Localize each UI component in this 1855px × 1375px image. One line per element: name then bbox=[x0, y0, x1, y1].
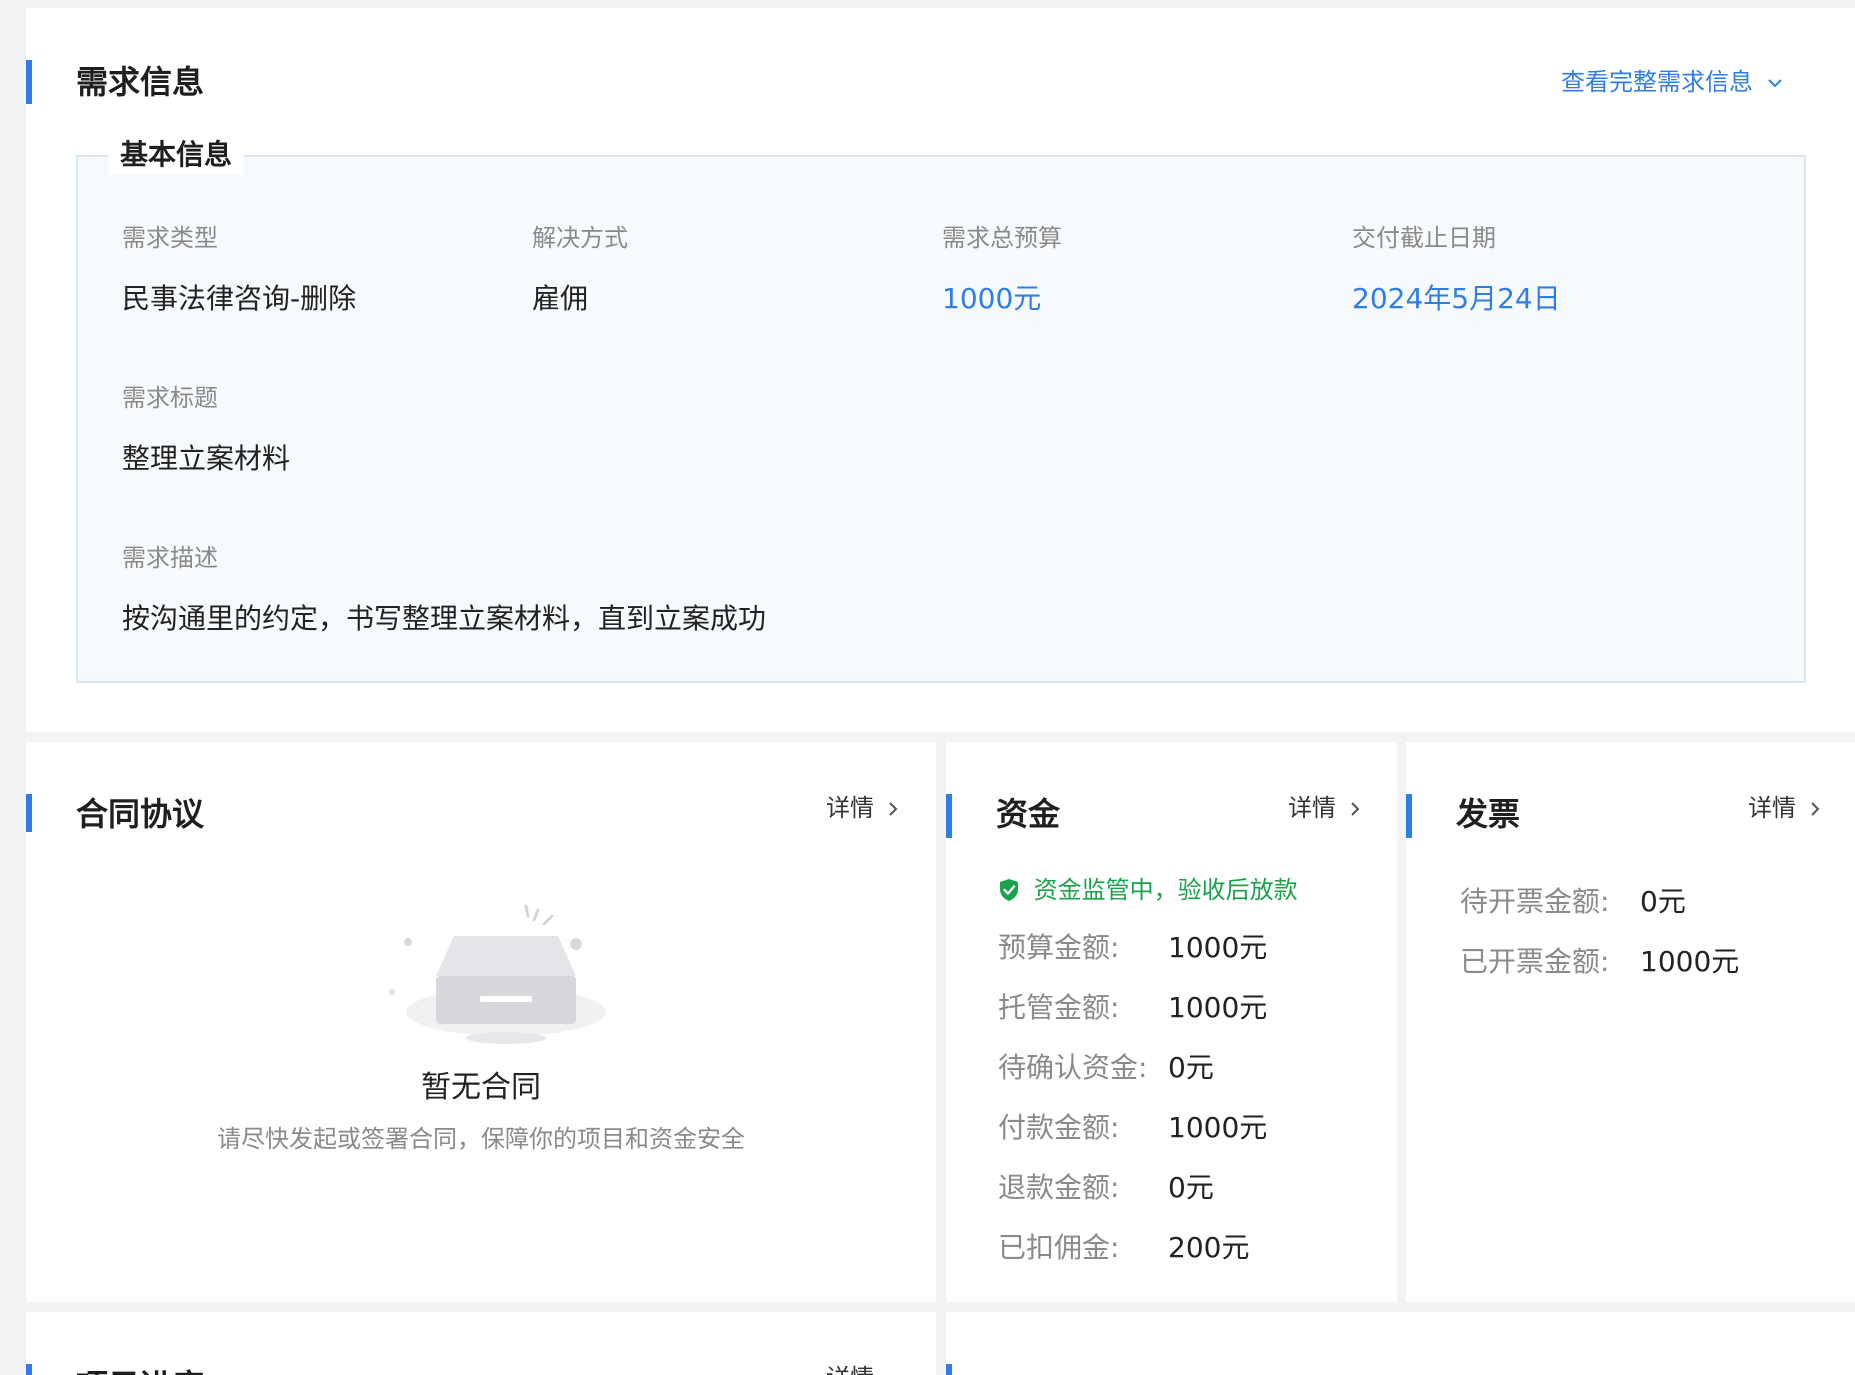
contract-details-link[interactable]: 详情 bbox=[826, 792, 900, 824]
progress-details-label: 详情 bbox=[826, 1364, 874, 1375]
section-accent-bar bbox=[946, 794, 952, 838]
invoice-title: 发票 bbox=[1456, 795, 1521, 833]
invoice-label-pending: 待开票金额: bbox=[1460, 885, 1610, 918]
progress-details-link[interactable]: 详情 bbox=[826, 1362, 874, 1375]
funds-value-paid: 1000元 bbox=[1168, 1111, 1268, 1144]
basic-info-panel: 基本信息 需求类型 民事法律咨询-删除 解决方式 雇佣 需求总预算 1000元 … bbox=[76, 135, 1806, 683]
field-value-deadline: 2024年5月24日 bbox=[1352, 282, 1561, 315]
funds-value-budget: 1000元 bbox=[1168, 931, 1268, 964]
field-label-solution: 解决方式 bbox=[532, 224, 628, 252]
empty-contract-title: 暂无合同 bbox=[421, 1070, 541, 1105]
funds-label-refund: 退款金额: bbox=[998, 1171, 1120, 1204]
invoice-value-issued: 1000元 bbox=[1640, 945, 1740, 978]
contract-title: 合同协议 bbox=[76, 795, 205, 833]
invoice-value-pending: 0元 bbox=[1640, 885, 1686, 918]
invoice-details-label: 详情 bbox=[1748, 794, 1796, 822]
field-label-budget: 需求总预算 bbox=[942, 224, 1062, 252]
field-label-title: 需求标题 bbox=[122, 384, 218, 412]
contract-details-label: 详情 bbox=[826, 794, 874, 822]
section-accent-bar bbox=[1406, 794, 1412, 838]
funds-escrow-notice: 资金监管中，验收后放款 bbox=[998, 874, 1298, 906]
funds-label-commission: 已扣佣金: bbox=[998, 1231, 1120, 1264]
field-label-deadline: 交付截止日期 bbox=[1352, 224, 1496, 252]
empty-contract-subtitle: 请尽快发起或签署合同，保障你的项目和资金安全 bbox=[217, 1125, 745, 1153]
basic-info-legend: 基本信息 bbox=[108, 135, 245, 175]
progress-title: 项目进度 bbox=[76, 1366, 204, 1375]
other-card bbox=[946, 1312, 1855, 1375]
requirement-card: 需求信息 查看完整需求信息 基本信息 需求类型 民事法律咨询-删除 解决方式 雇… bbox=[26, 8, 1855, 732]
requirement-title: 需求信息 bbox=[76, 63, 205, 101]
funds-card: 资金 详情 资金监管中，验收后放款 预算金额: 1000元 托管金额: 1000… bbox=[946, 742, 1397, 1302]
field-value-description: 按沟通里的约定，书写整理立案材料，直到立案成功 bbox=[122, 602, 767, 635]
funds-value-escrow: 1000元 bbox=[1168, 991, 1268, 1024]
chevron-right-icon bbox=[888, 802, 898, 816]
invoice-card: 发票 详情 待开票金额: 0元 已开票金额: 1000元 bbox=[1406, 742, 1855, 1302]
funds-details-link[interactable]: 详情 bbox=[1288, 792, 1362, 824]
funds-label-paid: 付款金额: bbox=[998, 1111, 1120, 1144]
shield-check-icon bbox=[1000, 879, 1018, 901]
funds-label-escrow: 托管金额: bbox=[998, 991, 1120, 1024]
funds-details-label: 详情 bbox=[1288, 794, 1336, 822]
funds-escrow-notice-text: 资金监管中，验收后放款 bbox=[1033, 876, 1298, 904]
progress-card: 项目进度 详情 bbox=[26, 1312, 936, 1375]
funds-value-pending: 0元 bbox=[1168, 1051, 1214, 1084]
field-value-budget: 1000元 bbox=[942, 282, 1042, 315]
field-value-title: 整理立案材料 bbox=[122, 442, 291, 475]
section-accent-bar bbox=[946, 1364, 952, 1375]
field-label-type: 需求类型 bbox=[122, 224, 218, 252]
view-full-requirement-label: 查看完整需求信息 bbox=[1561, 68, 1753, 96]
field-value-solution: 雇佣 bbox=[532, 282, 589, 315]
chevron-right-icon bbox=[1810, 802, 1820, 816]
view-full-requirement-link[interactable]: 查看完整需求信息 bbox=[1561, 66, 1785, 98]
field-value-type: 民事法律咨询-删除 bbox=[122, 282, 357, 315]
empty-box-illustration bbox=[389, 904, 606, 1044]
field-label-description: 需求描述 bbox=[122, 544, 218, 572]
chevron-down-icon bbox=[1767, 79, 1782, 88]
funds-label-pending: 待确认资金: bbox=[998, 1051, 1148, 1084]
section-accent-bar bbox=[26, 794, 32, 832]
contract-card: 合同协议 详情 暂无合同 请尽快发起或签署合同，保障你的项目和资金安全 bbox=[26, 742, 936, 1302]
funds-title: 资金 bbox=[996, 795, 1061, 833]
invoice-label-issued: 已开票金额: bbox=[1460, 945, 1610, 978]
section-accent-bar bbox=[26, 60, 32, 104]
funds-value-refund: 0元 bbox=[1168, 1171, 1214, 1204]
funds-label-budget: 预算金额: bbox=[998, 931, 1120, 964]
funds-value-commission: 200元 bbox=[1168, 1231, 1250, 1264]
chevron-right-icon bbox=[1350, 802, 1360, 816]
section-accent-bar bbox=[26, 1364, 32, 1375]
invoice-details-link[interactable]: 详情 bbox=[1748, 792, 1822, 824]
